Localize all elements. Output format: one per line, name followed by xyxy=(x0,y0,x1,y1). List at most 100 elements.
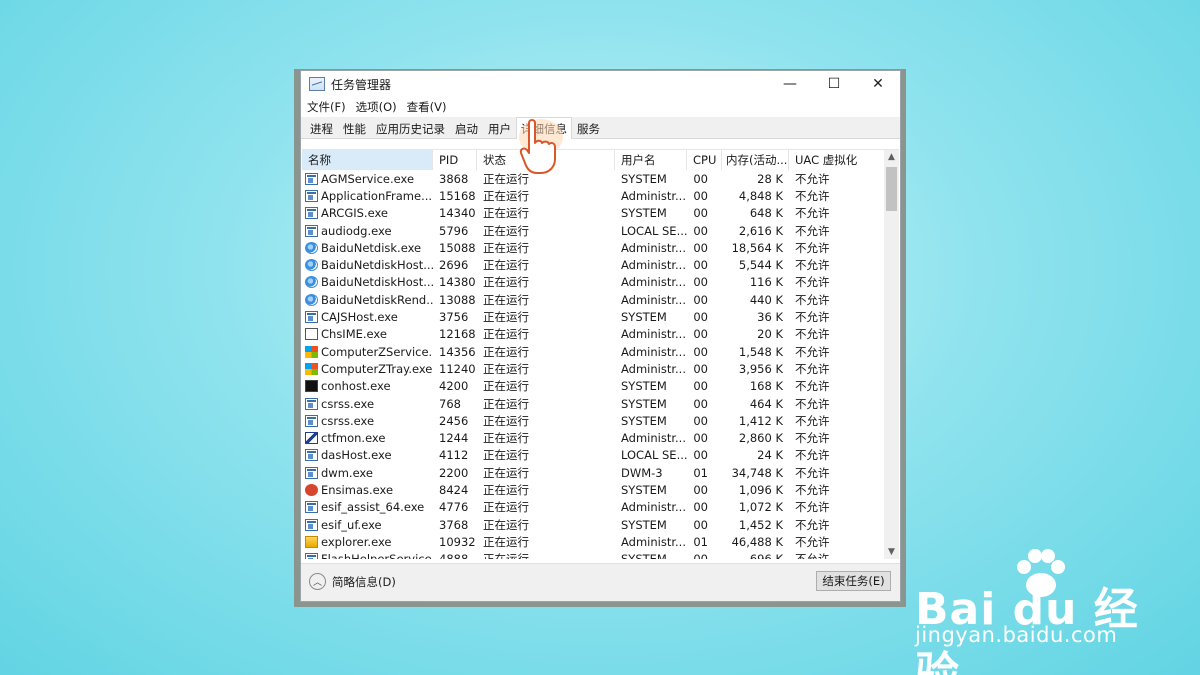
memory-cell: 648 K xyxy=(749,206,783,221)
table-row[interactable]: esif_assist_64.exe 4776 正在运行 Administr... 00… xyxy=(302,499,884,516)
pid-cell: 8424 xyxy=(439,482,469,497)
cloud-icon xyxy=(305,259,318,272)
pid-cell: 768 xyxy=(439,396,461,411)
maximize-button[interactable]: ☐ xyxy=(812,71,856,97)
status-cell: 正在运行 xyxy=(483,482,529,497)
minimize-button[interactable]: — xyxy=(768,71,812,97)
exe-icon xyxy=(305,172,318,185)
table-row[interactable]: csrss.exe 2456 正在运行 SYSTEM 00 1,412 K 不允许 xyxy=(302,412,884,429)
cpu-cell: 00 xyxy=(693,206,708,221)
table-row[interactable]: CAJSHost.exe 3756 正在运行 SYSTEM 00 36 K 不允许 xyxy=(302,308,884,325)
table-row[interactable]: explorer.exe 10932 正在运行 Administr... 01 46,48… xyxy=(302,533,884,550)
memory-cell: 5,544 K xyxy=(738,258,783,273)
column-header-username[interactable]: 用户名 xyxy=(615,150,687,170)
tab-startup[interactable]: 启动 xyxy=(450,118,483,138)
window-title: 任务管理器 xyxy=(331,77,392,92)
scroll-down-icon[interactable]: ▼ xyxy=(884,545,899,559)
process-name-cell: BaiduNetdiskRend... xyxy=(302,293,433,307)
exe-icon xyxy=(305,311,318,324)
process-name-cell: esif_assist_64.exe xyxy=(302,500,433,514)
process-name-cell: AGMService.exe xyxy=(302,172,433,186)
console-icon xyxy=(305,380,318,393)
table-row[interactable]: BaiduNetdiskHost.... 2696 正在运行 Administr...… xyxy=(302,256,884,273)
task-manager-window: 任务管理器 — ☐ ✕ 文件(F) 选项(O) 查看(V) 进程 性能 应用历史… xyxy=(300,70,901,602)
username-cell: Administr... xyxy=(621,361,686,376)
table-row[interactable]: FlashHelperService...4888正在运行SYSTEM00696… xyxy=(302,551,884,559)
pid-cell: 3868 xyxy=(439,171,469,186)
table-row[interactable]: ApplicationFrame... 15168 正在运行 Administr...… xyxy=(302,187,884,204)
cloud-icon xyxy=(305,241,318,254)
status-cell: 正在运行 xyxy=(483,500,529,515)
close-button[interactable]: ✕ xyxy=(856,71,900,97)
table-row[interactable]: Ensimas.exe 8424 正在运行 SYSTEM 00 1,096 K 不允许 xyxy=(302,481,884,498)
exe-icon xyxy=(305,397,318,410)
table-row[interactable]: BaiduNetdiskHost.... 14380 正在运行 Administr..… xyxy=(302,274,884,291)
status-cell: 正在运行 xyxy=(483,344,529,359)
uac-cell: 不允许 xyxy=(795,482,830,497)
table-row[interactable]: csrss.exe 768 正在运行 SYSTEM 00 464 K 不允许 xyxy=(302,395,884,412)
process-name: explorer.exe xyxy=(321,534,392,549)
memory-cell: 1,452 K xyxy=(738,517,783,532)
tab-users[interactable]: 用户 xyxy=(483,118,516,138)
column-header-cpu[interactable]: CPU xyxy=(687,150,722,170)
pid-cell: 2696 xyxy=(439,258,469,273)
process-name-cell: explorer.exe xyxy=(302,535,433,549)
status-cell: 正在运行 xyxy=(483,465,529,480)
table-row[interactable]: dwm.exe 2200 正在运行 DWM-3 01 34,748 K 不允许 xyxy=(302,464,884,481)
tab-performance[interactable]: 性能 xyxy=(338,118,371,138)
fewer-details-toggle[interactable]: ︿ 简略信息(D) xyxy=(309,573,396,590)
table-row[interactable]: ARCGIS.exe 14340 正在运行 SYSTEM 00 648 K 不允许 xyxy=(302,205,884,222)
uac-cell: 不允许 xyxy=(795,431,830,446)
end-task-button[interactable]: 结束任务(E) xyxy=(816,571,891,591)
vertical-scrollbar[interactable]: ▲ ▼ xyxy=(884,150,899,559)
uac-cell: 不允许 xyxy=(795,413,830,428)
tab-processes[interactable]: 进程 xyxy=(305,118,338,138)
red-icon xyxy=(305,483,318,496)
windows-icon xyxy=(305,345,318,358)
uac-cell: 不允许 xyxy=(795,310,830,325)
uac-cell: 不允许 xyxy=(795,171,830,186)
table-row[interactable]: audiodg.exe 5796 正在运行 LOCAL SE... 00 2,616 K 不… xyxy=(302,222,884,239)
table-row[interactable]: ComputerZService... 14356 正在运行 Administr...… xyxy=(302,343,884,360)
title-bar: 任务管理器 — ☐ ✕ xyxy=(301,71,900,97)
column-header-pid[interactable]: PID xyxy=(433,150,477,170)
table-row[interactable]: BaiduNetdisk.exe 15088 正在运行 Administr... 00 1… xyxy=(302,239,884,256)
status-cell: 正在运行 xyxy=(483,223,529,238)
table-row[interactable]: ChsIME.exe 12168 正在运行 Administr... 00 20 K 不允许 xyxy=(302,326,884,343)
details-table: ^ 名称 PID 状态 用户名 CPU 内存(活动... UAC 虚拟化 AGM… xyxy=(302,149,899,559)
menu-file[interactable]: 文件(F) xyxy=(307,99,346,115)
menu-view[interactable]: 查看(V) xyxy=(407,99,447,115)
column-header-name[interactable]: ^ 名称 xyxy=(302,150,433,170)
scroll-thumb[interactable] xyxy=(886,167,897,211)
status-cell: 正在运行 xyxy=(483,534,529,549)
column-header-memory[interactable]: 内存(活动... xyxy=(722,150,789,170)
uac-cell: 不允许 xyxy=(795,465,830,480)
process-name-cell: BaiduNetdiskHost.... xyxy=(302,258,433,272)
process-name-cell: BaiduNetdisk.exe xyxy=(302,241,433,255)
table-row[interactable]: esif_uf.exe 3768 正在运行 SYSTEM 00 1,452 K 不允许 xyxy=(302,516,884,533)
pen-icon xyxy=(305,432,318,445)
memory-cell: 2,860 K xyxy=(738,431,783,446)
tab-app-history[interactable]: 应用历史记录 xyxy=(371,118,450,138)
table-row[interactable]: AGMService.exe 3868 正在运行 SYSTEM 00 28 K 不允许 xyxy=(302,170,884,187)
table-row[interactable]: conhost.exe 4200 正在运行 SYSTEM 00 168 K 不允许 xyxy=(302,378,884,395)
process-name-cell: ComputerZTray.exe xyxy=(302,362,433,376)
username-cell: DWM-3 xyxy=(621,465,663,480)
table-row[interactable]: dasHost.exe 4112 正在运行 LOCAL SE... 00 24 K 不允许 xyxy=(302,447,884,464)
column-header-uac[interactable]: UAC 虚拟化 xyxy=(789,150,884,170)
table-row[interactable]: ComputerZTray.exe 11240 正在运行 Administr... 00… xyxy=(302,360,884,377)
pid-cell: 1244 xyxy=(439,431,469,446)
memory-cell: 1,412 K xyxy=(738,413,783,428)
status-cell: 正在运行 xyxy=(483,379,529,394)
table-row[interactable]: BaiduNetdiskRend... 13088 正在运行 Administr...… xyxy=(302,291,884,308)
pid-cell: 12168 xyxy=(439,327,476,342)
username-cell: Administr... xyxy=(621,275,686,290)
sort-ascending-icon: ^ xyxy=(358,149,367,157)
status-cell: 正在运行 xyxy=(483,448,529,463)
pid-cell: 13088 xyxy=(439,292,476,307)
menu-options[interactable]: 选项(O) xyxy=(356,99,397,115)
table-row[interactable]: ctfmon.exe 1244 正在运行 Administr... 00 2,860 K 不… xyxy=(302,429,884,446)
process-name: ChsIME.exe xyxy=(321,327,387,342)
scroll-up-icon[interactable]: ▲ xyxy=(884,150,899,165)
tab-services[interactable]: 服务 xyxy=(572,118,605,138)
